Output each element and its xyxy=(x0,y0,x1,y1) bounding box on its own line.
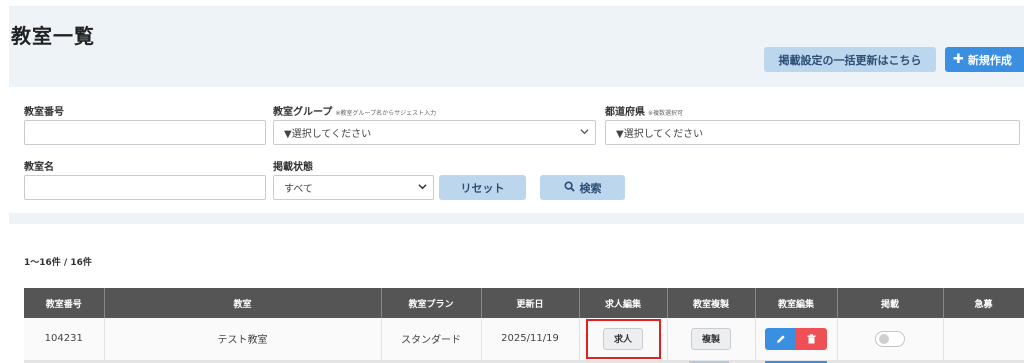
search-button[interactable]: 検索 xyxy=(540,175,625,200)
room-copy-button[interactable]: 複製 xyxy=(691,327,731,350)
room-plan-cell: スタンダード xyxy=(381,318,482,361)
column-header: 掲載 xyxy=(837,288,944,318)
search-icon xyxy=(563,180,575,195)
room-name-cell: テスト教室 xyxy=(104,318,382,361)
room-edit-cell xyxy=(755,318,838,361)
column-header: 求人編集 xyxy=(579,288,668,318)
pencil-icon xyxy=(776,335,785,343)
publish-toggle-cell xyxy=(837,318,944,361)
chevron-down-icon xyxy=(580,127,589,139)
plus-icon: ✚ xyxy=(953,52,964,67)
publish-toggle[interactable] xyxy=(875,330,905,347)
column-header: 教室番号 xyxy=(24,288,105,318)
column-header: 教室複製 xyxy=(667,288,756,318)
column-header: 教室プラン xyxy=(381,288,482,318)
delete-room-button[interactable] xyxy=(796,327,827,350)
urgent-cell xyxy=(943,318,1024,361)
chevron-down-icon xyxy=(418,182,427,194)
publish-status-label: 掲載状態 xyxy=(273,162,313,173)
new-create-label: 新規作成 xyxy=(967,53,1012,67)
room-name-input[interactable] xyxy=(24,175,266,200)
column-header: 急募 xyxy=(943,288,1024,318)
room-name-label: 教室名 xyxy=(24,162,54,173)
room-number-label: 教室番号 xyxy=(24,107,64,118)
job-edit-button[interactable]: 求人 xyxy=(603,327,643,350)
rooms-table: 教室番号 教室 教室プラン 更新日 求人編集 教室複製 教室編集 掲載 急募 1… xyxy=(24,288,1024,361)
bulk-publish-update-button[interactable]: 掲載設定の一括更新はこちら xyxy=(764,47,936,72)
results-panel: 1〜16件 / 16件 教室番号 教室 教室プラン 更新日 求人編集 教室複製 … xyxy=(9,224,1024,363)
room-copy-cell: 複製 xyxy=(667,318,756,361)
search-panel: 教室番号 教室グループ ※教室グループ名からサジェスト入力 ▼選択してください 都… xyxy=(9,87,1024,213)
column-header: 更新日 xyxy=(481,288,580,318)
highlight-box: 求人 xyxy=(585,318,661,359)
search-button-label: 検索 xyxy=(579,181,602,195)
toggle-knob xyxy=(879,333,889,344)
table-row: 104231 テスト教室 スタンダード 2025/11/19 求人 複製 xyxy=(24,318,1024,361)
prefecture-note: ※複数選択可 xyxy=(648,110,684,117)
column-header: 教室編集 xyxy=(755,288,838,318)
room-group-note: ※教室グループ名からサジェスト入力 xyxy=(335,110,437,117)
trash-icon xyxy=(807,334,816,344)
publish-status-select[interactable]: すべて xyxy=(273,175,434,200)
new-create-button[interactable]: ✚ 新規作成 xyxy=(945,47,1024,72)
prefecture-label: 都道府県 ※複数選択可 xyxy=(605,107,684,118)
updated-date-cell: 2025/11/19 xyxy=(481,318,580,361)
result-count: 1〜16件 / 16件 xyxy=(24,258,92,268)
reset-button[interactable]: リセット xyxy=(439,175,526,200)
room-group-select[interactable]: ▼選択してください xyxy=(273,120,596,145)
room-number-input[interactable] xyxy=(24,120,266,145)
column-header: 教室 xyxy=(104,288,382,318)
prefecture-select[interactable]: ▼選択してください xyxy=(605,120,1020,145)
main-content: 教室一覧 掲載設定の一括更新はこちら ✚ 新規作成 教室番号 教室グループ ※教室… xyxy=(9,6,1024,363)
page-title: 教室一覧 xyxy=(11,24,95,48)
edit-room-button[interactable] xyxy=(765,327,796,350)
table-header-row: 教室番号 教室 教室プラン 更新日 求人編集 教室複製 教室編集 掲載 急募 xyxy=(24,288,1024,318)
job-edit-cell: 求人 xyxy=(579,318,668,361)
room-group-label: 教室グループ ※教室グループ名からサジェスト入力 xyxy=(273,107,437,118)
room-number-cell: 104231 xyxy=(24,318,105,361)
